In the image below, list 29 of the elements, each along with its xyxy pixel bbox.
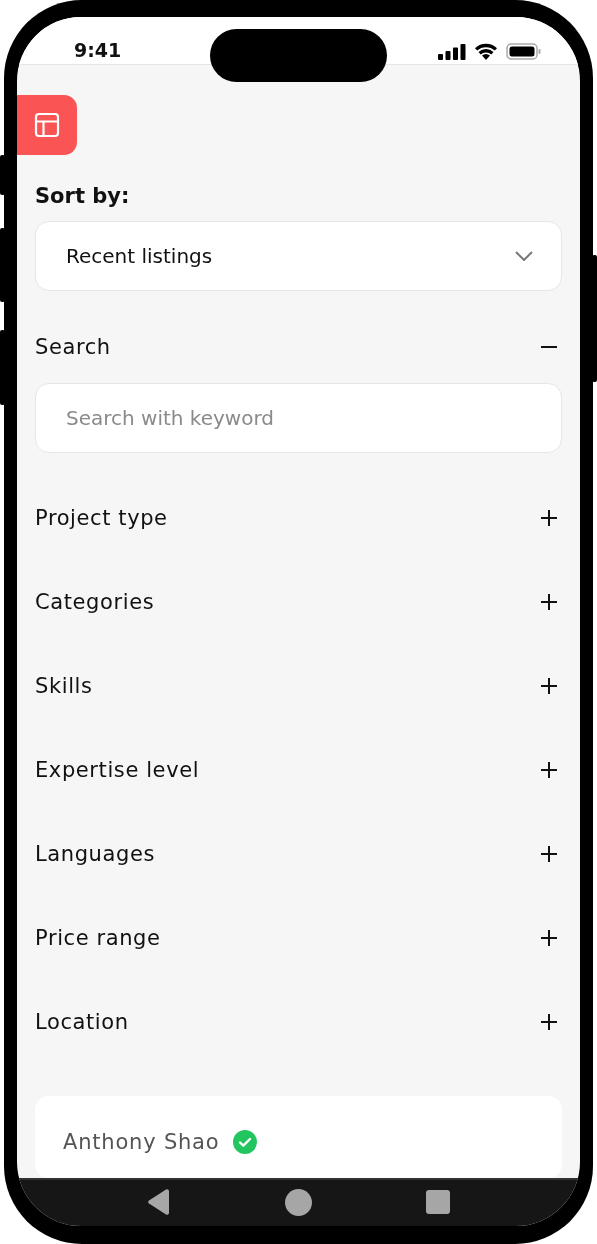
- layout-menu-button[interactable]: [17, 95, 77, 155]
- status-time: 9:41: [74, 41, 122, 63]
- plus-icon[interactable]: [540, 1013, 558, 1031]
- plus-icon[interactable]: [540, 929, 558, 947]
- filter-title[interactable]: Expertise level: [35, 758, 200, 782]
- plus-icon[interactable]: [540, 677, 558, 695]
- sort-dropdown[interactable]: Recent listings: [35, 221, 562, 291]
- author-name: Anthony Shao: [63, 1130, 220, 1154]
- plus-icon[interactable]: [540, 509, 558, 527]
- filter-title[interactable]: Categories: [35, 590, 155, 614]
- filter-title[interactable]: Skills: [35, 674, 93, 698]
- home-icon[interactable]: [285, 1188, 312, 1216]
- listing-card[interactable]: Anthony Shao: [35, 1096, 562, 1178]
- filter-title[interactable]: Location: [35, 1010, 129, 1034]
- search-section-title[interactable]: Search: [35, 335, 111, 359]
- plus-icon[interactable]: [540, 845, 558, 863]
- filter-title[interactable]: Price range: [35, 926, 161, 950]
- wifi-icon: [474, 43, 498, 60]
- plus-icon[interactable]: [540, 761, 558, 779]
- sort-label: Sort by:: [35, 183, 131, 210]
- filter-title[interactable]: Languages: [35, 842, 155, 866]
- plus-icon[interactable]: [540, 593, 558, 611]
- layout-icon: [34, 112, 60, 138]
- back-icon[interactable]: [147, 1189, 171, 1215]
- signal-icon: [438, 43, 466, 60]
- filter-title[interactable]: Project type: [35, 506, 168, 530]
- search-field[interactable]: Search with keyword: [35, 383, 562, 453]
- battery-icon: [506, 43, 542, 60]
- chevron-down-icon: [515, 251, 533, 261]
